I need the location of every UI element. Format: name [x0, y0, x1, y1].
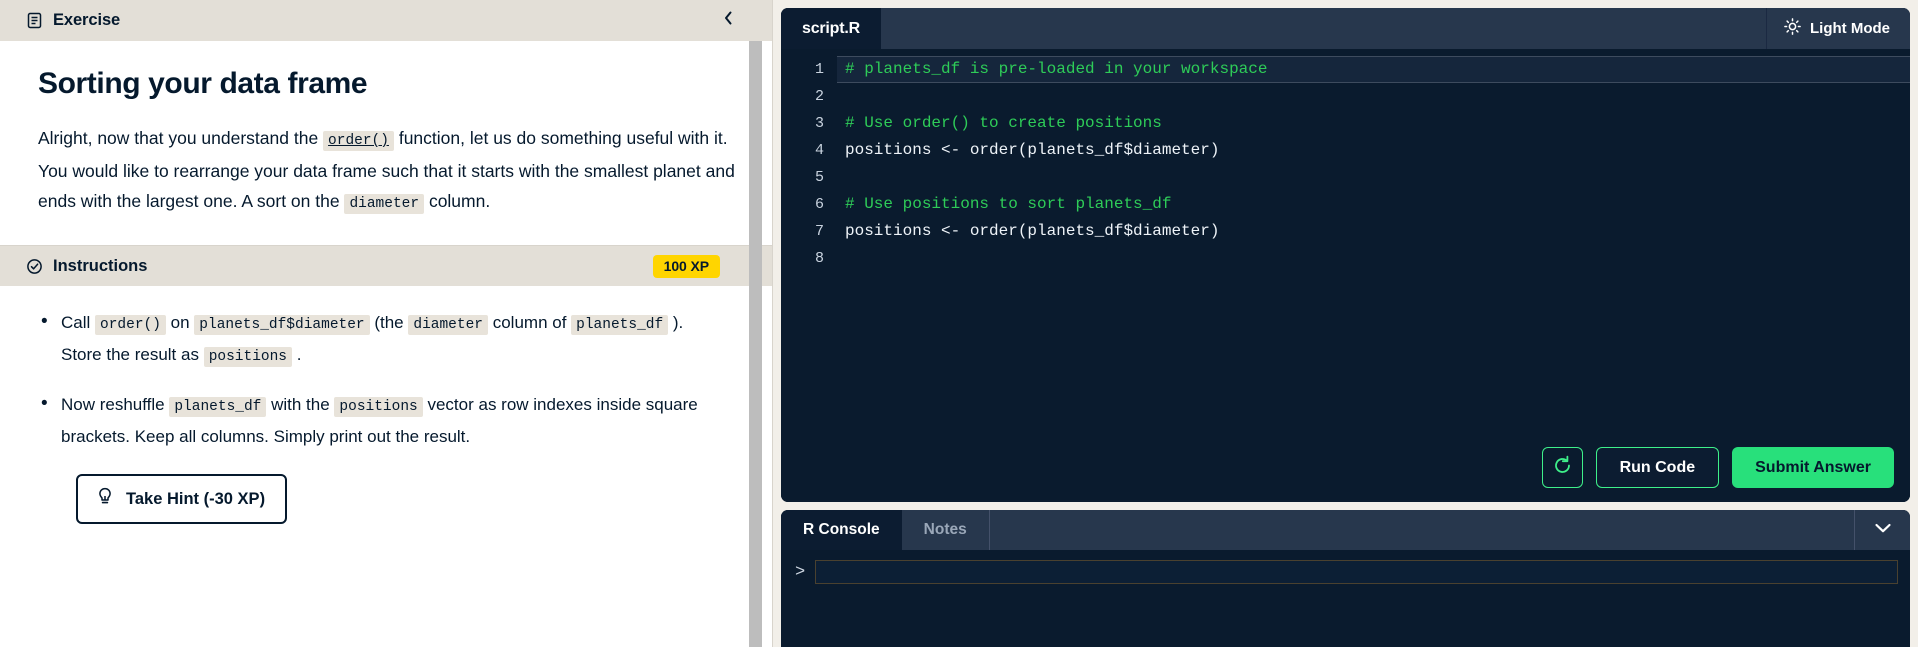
xp-badge: 100 XP — [652, 255, 720, 278]
reset-code-button[interactable] — [1541, 447, 1583, 488]
check-circle-icon — [26, 258, 43, 275]
workspace-panel: script.R Light Mode 1 2 3 4 5 6 7 8 # pl… — [773, 0, 1918, 647]
editor-tabbar: script.R Light Mode — [781, 8, 1910, 49]
inline-code: planets_df — [169, 397, 267, 417]
code-line: ​ — [837, 164, 1910, 191]
tabbar-spacer — [881, 8, 1766, 49]
line-number-gutter: 1 2 3 4 5 6 7 8 — [781, 56, 837, 502]
exercise-header: Exercise — [0, 0, 772, 41]
run-code-button[interactable]: Run Code — [1595, 447, 1720, 488]
console-input[interactable] — [815, 560, 1898, 584]
code-token: positions <- order(planets_df$diameter) — [845, 222, 1220, 240]
reset-circular-arrow-icon — [1552, 455, 1573, 481]
collapse-panel-button[interactable] — [711, 0, 745, 41]
tab-r-console-label: R Console — [803, 521, 880, 538]
inline-code: order() — [323, 131, 394, 151]
light-mode-label: Light Mode — [1810, 20, 1890, 37]
submit-answer-label: Submit Answer — [1755, 458, 1871, 476]
code-token: # Use order() to create positions — [845, 114, 1162, 132]
page-title: Sorting your data frame — [38, 67, 368, 100]
inline-code: order() — [95, 315, 166, 335]
inline-code: planets_df$diameter — [194, 315, 370, 335]
inline-code: planets_df — [571, 315, 669, 335]
instruction-item: Call order() on planets_df$diameter (the… — [38, 307, 728, 372]
line-number: 1 — [814, 61, 824, 78]
exercise-panel-scrollbar[interactable] — [749, 41, 762, 647]
console-prompt-row: > — [795, 560, 1898, 584]
sun-icon — [1784, 18, 1801, 39]
line-number: 4 — [814, 142, 824, 159]
lightbulb-icon — [96, 487, 114, 511]
exercise-scroll-body: Sorting your data frame Alright, now tha… — [0, 41, 772, 647]
tab-notes[interactable]: Notes — [902, 510, 990, 550]
code-editor: script.R Light Mode 1 2 3 4 5 6 7 8 # pl… — [781, 8, 1910, 502]
console-prompt-caret: > — [795, 562, 806, 582]
exercise-title: Exercise — [53, 11, 121, 29]
tab-notes-label: Notes — [923, 521, 967, 538]
tab-r-console[interactable]: R Console — [781, 510, 902, 550]
submit-answer-button[interactable]: Submit Answer — [1732, 447, 1894, 488]
inline-code: positions — [203, 347, 293, 367]
exercise-panel: Exercise Sorting your data frame Alright… — [0, 0, 773, 647]
instruction-item: Now reshuffle planets_df with the positi… — [38, 389, 728, 452]
console-tabbar-spacer — [990, 510, 1854, 550]
line-number: 8 — [814, 250, 824, 267]
instructions-header: Instructions 100 XP — [0, 245, 772, 286]
line-number: 6 — [814, 196, 824, 213]
inline-code: diameter — [408, 315, 488, 335]
console-body: > — [781, 550, 1910, 647]
code-token: positions <- order(planets_df$diameter) — [845, 141, 1220, 159]
code-text[interactable]: # planets_df is pre-loaded in your works… — [837, 56, 1910, 502]
chevron-left-icon — [722, 10, 735, 31]
editor-action-bar: Run Code Submit Answer — [1541, 447, 1894, 488]
line-number: 7 — [814, 223, 824, 240]
console-panel: R Console Notes > — [781, 510, 1910, 647]
code-line: # planets_df is pre-loaded in your works… — [837, 56, 1910, 83]
inline-code: positions — [334, 397, 423, 417]
code-line: # Use order() to create positions — [837, 110, 1910, 137]
collapse-console-button[interactable] — [1854, 510, 1910, 550]
instructions-list: Call order() on planets_df$diameter (the… — [38, 307, 738, 452]
code-line: positions <- order(planets_df$diameter) — [837, 137, 1910, 164]
code-token: # Use positions to sort planets_df — [845, 195, 1172, 213]
datacamp-exercise-workspace: Exercise Sorting your data frame Alright… — [0, 0, 1918, 647]
code-token: # planets_df is pre-loaded in your works… — [845, 60, 1268, 78]
console-tabbar: R Console Notes — [781, 510, 1910, 550]
code-line: ​ — [837, 245, 1910, 272]
instructions-body: Call order() on planets_df$diameter (the… — [0, 286, 772, 524]
light-mode-toggle[interactable]: Light Mode — [1766, 8, 1910, 49]
line-number: 3 — [814, 115, 824, 132]
take-hint-label: Take Hint (-30 XP) — [126, 489, 266, 508]
tab-script-r[interactable]: script.R — [781, 8, 881, 49]
code-line: positions <- order(planets_df$diameter) — [837, 218, 1910, 245]
code-area[interactable]: 1 2 3 4 5 6 7 8 # planets_df is pre-loaded in y… — [781, 49, 1910, 502]
lesson-content: Sorting your data frame Alright, now tha… — [0, 41, 772, 245]
run-code-label: Run Code — [1619, 458, 1696, 476]
document-icon — [26, 12, 43, 29]
lesson-paragraph: Alright, now that you understand the ord… — [38, 128, 735, 214]
instructions-title: Instructions — [53, 256, 148, 275]
chevron-down-icon — [1874, 521, 1892, 539]
code-line: ​ — [837, 83, 1910, 110]
line-number: 2 — [814, 88, 824, 105]
file-tab-label: script.R — [802, 19, 860, 37]
inline-code: diameter — [344, 194, 425, 214]
code-line: # Use positions to sort planets_df — [837, 191, 1910, 218]
take-hint-button[interactable]: Take Hint (-30 XP) — [76, 474, 288, 524]
line-number: 5 — [814, 169, 824, 186]
